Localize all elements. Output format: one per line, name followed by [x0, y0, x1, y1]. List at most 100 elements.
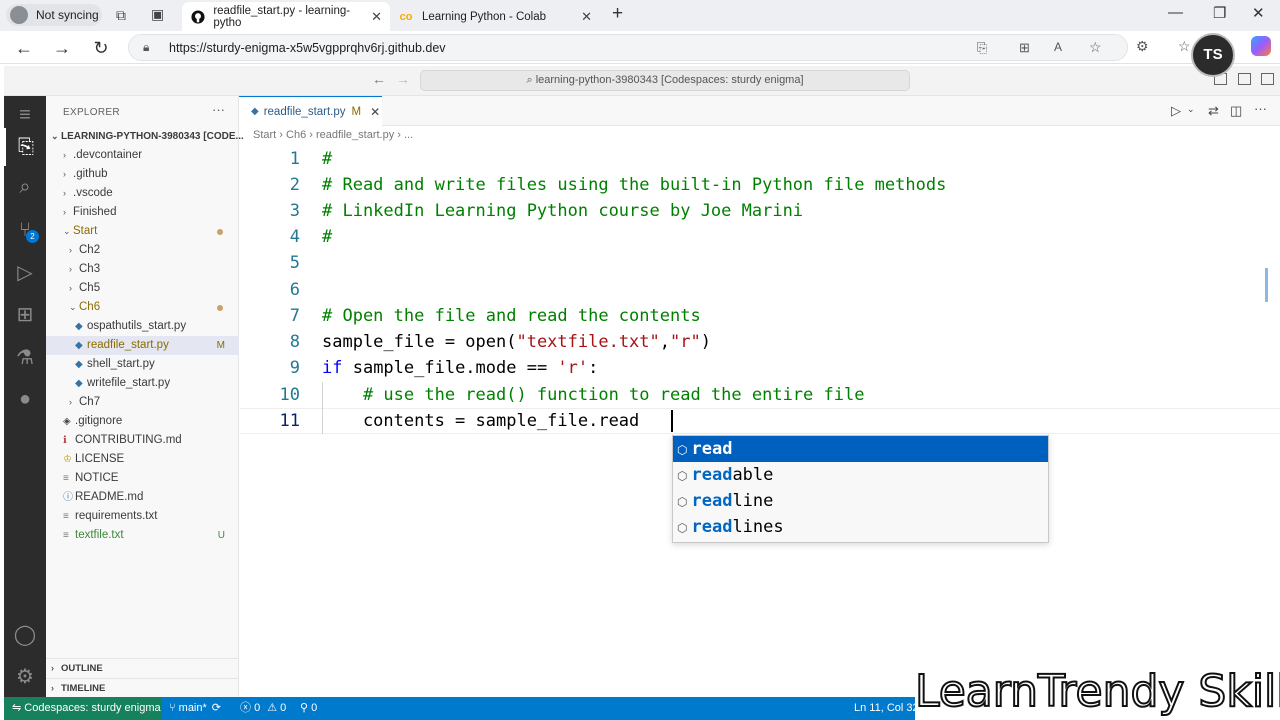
source-control-badge: 2 [26, 230, 39, 243]
code-line[interactable]: if sample_file.mode == 'r': [322, 355, 598, 381]
code-line[interactable]: # Read and write files using the built-i… [322, 172, 946, 198]
close-icon[interactable]: ✕ [370, 105, 380, 119]
copilot-icon[interactable] [1251, 36, 1271, 56]
tree-file[interactable]: ⓘ README.md [46, 488, 239, 507]
code-line[interactable]: sample_file = open("textfile.txt","r") [322, 329, 711, 355]
tree-file[interactable]: ♔ LICENSE [46, 450, 239, 469]
cursor-position[interactable]: Ln 11, Col 32 [854, 697, 919, 720]
close-tab-icon[interactable]: ✕ [581, 9, 592, 25]
go-forward-icon[interactable]: → [396, 71, 410, 87]
problems-indicator[interactable]: ⓧ 0 ⚠ 0 [240, 697, 286, 720]
close-window-icon[interactable]: ✕ [1252, 4, 1265, 22]
tree-folder[interactable]: › Ch3 [46, 260, 239, 279]
tree-file-selected[interactable]: ◆ readfile_start.py M [46, 336, 239, 355]
maximize-icon[interactable]: ❐ [1213, 4, 1226, 22]
tree-folder[interactable]: › .vscode [46, 184, 239, 203]
info-file-icon: ⓘ [63, 492, 73, 503]
extensions-icon[interactable]: ⚙ [1136, 38, 1149, 55]
extensions-icon[interactable]: ⊞ [4, 295, 46, 333]
extensions-grid-icon[interactable]: ⊞ [1019, 40, 1030, 56]
run-file-icon[interactable]: ▷ [1171, 103, 1181, 119]
tree-folder[interactable]: › Ch5 [46, 279, 239, 298]
tree-folder[interactable]: › Finished [46, 203, 239, 222]
explorer-more-button[interactable]: ··· [212, 102, 225, 117]
code-line[interactable]: # [322, 224, 332, 250]
chevron-right-icon: › [63, 207, 66, 217]
customize-layout-icon[interactable] [1261, 73, 1274, 85]
tree-file[interactable]: ◆ ospathutils_start.py [46, 317, 239, 336]
github-icon[interactable]: ● [4, 380, 46, 418]
tree-file[interactable]: ◆ shell_start.py [46, 355, 239, 374]
editor-tab-readfile[interactable]: ◆ readfile_start.py M ✕ [239, 96, 382, 126]
go-back-icon[interactable]: ← [372, 71, 386, 87]
forward-icon[interactable]: → [50, 36, 74, 60]
refresh-icon[interactable]: ↻ [89, 36, 113, 60]
testing-flask-icon[interactable]: ⚗ [4, 338, 46, 376]
tree-folder[interactable]: › Ch7 [46, 393, 239, 412]
screen: Not syncing ⧉ ▣ readfile_start.py - lear… [0, 0, 1280, 720]
timeline-section[interactable]: › TIMELINE [46, 678, 239, 697]
close-tab-icon[interactable]: ✕ [371, 9, 382, 25]
tree-file[interactable]: ≡ textfile.txt U [46, 526, 239, 545]
scrollbar-thumb[interactable] [1265, 268, 1268, 302]
workspaces-icon[interactable]: ⧉ [116, 7, 126, 24]
tree-file[interactable]: ℹ CONTRIBUTING.md [46, 431, 239, 450]
tree-file[interactable]: ≡ requirements.txt [46, 507, 239, 526]
tree-folder[interactable]: › .devcontainer [46, 146, 239, 165]
url-text: https://sturdy-enigma-x5w5vgpprqhv6rj.gi… [169, 41, 446, 55]
browser-tab-colab[interactable]: co Learning Python - Colab ✕ [390, 2, 600, 31]
python-file-icon: ◆ [75, 321, 83, 332]
avatar[interactable]: TS [1191, 33, 1235, 77]
favorite-star-icon[interactable]: ☆ [1089, 39, 1102, 56]
tab-actions-icon[interactable]: ▣ [151, 6, 164, 23]
branch-indicator[interactable]: ⑂ main* ⟳ [169, 697, 221, 720]
editor-tab-bar: ◆ readfile_start.py M ✕ ▷ ⌄ ⇄ ◫ ··· [239, 96, 1280, 126]
suggestion-item[interactable]: ⬡ readline [673, 488, 1048, 514]
suggestion-item[interactable]: ⬡ readlines [673, 514, 1048, 540]
split-editor-icon[interactable]: ◫ [1230, 103, 1242, 119]
back-icon[interactable]: ← [12, 36, 36, 60]
tree-file[interactable]: ◈ .gitignore [46, 412, 239, 431]
command-center[interactable]: ⌕ learning-python-3980343 [Codespaces: s… [420, 70, 910, 91]
app-available-icon[interactable]: ⎘ [977, 40, 987, 56]
suggestion-item[interactable]: ⬡ readable [673, 462, 1048, 488]
toggle-panel-icon[interactable] [1238, 73, 1251, 85]
breadcrumb[interactable]: Start › Ch6 › readfile_start.py › ... [253, 129, 413, 141]
source-control-icon[interactable]: ⑂ 2 [4, 211, 46, 249]
compare-changes-icon[interactable]: ⇄ [1208, 103, 1219, 119]
browser-tab-readfile[interactable]: readfile_start.py - learning-pytho ✕ [182, 2, 390, 31]
code-line[interactable]: # use the read() function to read the en… [322, 382, 865, 408]
favorites-icon[interactable]: ☆ [1178, 38, 1191, 55]
more-actions-icon[interactable]: ··· [1254, 101, 1267, 116]
code-line[interactable]: contents = sample_file.read [322, 408, 639, 434]
read-aloud-icon[interactable]: A [1054, 40, 1062, 54]
tree-file[interactable]: ≡ NOTICE [46, 469, 239, 488]
tree-file[interactable]: ◆ writefile_start.py [46, 374, 239, 393]
code-line[interactable]: # Open the file and read the contents [322, 303, 701, 329]
method-cube-icon: ⬡ [677, 521, 688, 535]
ports-indicator[interactable]: ⚲ 0 [300, 697, 317, 720]
activity-bar: ≡ ⎘ ⌕ ⑂ 2 ▷ ⊞ ⚗ ● ◯ ⚙ [4, 96, 46, 697]
suggestion-item[interactable]: ⬡ read [673, 436, 1048, 462]
tree-folder-start[interactable]: ⌄ Start [46, 222, 239, 241]
chevron-down-icon[interactable]: ⌄ [1187, 104, 1195, 115]
tree-folder[interactable]: › .github [46, 165, 239, 184]
accounts-icon[interactable]: ◯ [4, 615, 46, 653]
new-tab-button[interactable]: + [612, 3, 623, 25]
python-file-icon: ◆ [251, 106, 259, 117]
code-line[interactable]: # [322, 146, 332, 172]
explorer-files-icon[interactable]: ⎘ [4, 128, 46, 166]
tree-folder-ch6[interactable]: ⌄ Ch6 [46, 298, 239, 317]
run-debug-icon[interactable]: ▷ [4, 253, 46, 291]
profile-avatar-icon [10, 6, 28, 24]
workspace-root[interactable]: ⌄ LEARNING-PYTHON-3980343 [CODE... [46, 127, 244, 146]
remote-indicator[interactable]: ⇋ Codespaces: sturdy enigma [4, 697, 162, 720]
profile-button[interactable]: Not syncing [6, 4, 102, 26]
address-bar[interactable]: 🔒︎ https://sturdy-enigma-x5w5vgpprqhv6rj… [128, 34, 1128, 61]
outline-section[interactable]: › OUTLINE [46, 658, 239, 677]
search-icon[interactable]: ⌕ [4, 168, 46, 206]
manage-gear-icon[interactable]: ⚙ [4, 657, 46, 695]
tree-folder[interactable]: › Ch2 [46, 241, 239, 260]
code-line[interactable]: # LinkedIn Learning Python course by Joe… [322, 198, 803, 224]
minimize-icon[interactable]: — [1168, 4, 1183, 21]
